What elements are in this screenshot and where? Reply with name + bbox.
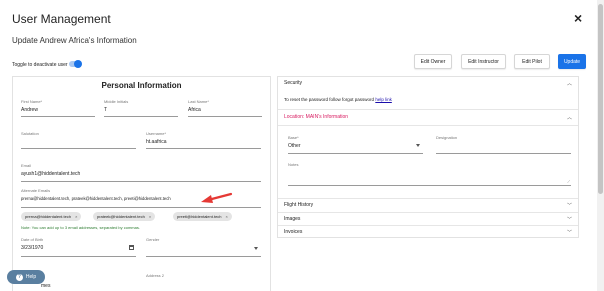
flight-history-section-header[interactable]: Flight History ﹀ <box>278 199 578 212</box>
middle-initials-value: T <box>104 107 108 113</box>
alternate-emails-label: Alternate Emails <box>21 188 51 193</box>
first-name-label: First Name* <box>21 99 43 104</box>
base-value: Other <box>288 143 301 149</box>
chip-label: preeti@hiddentalent.tech <box>177 214 222 219</box>
chevron-down-icon <box>254 247 258 250</box>
email-value: ayush1@hiddentalent.tech <box>21 171 81 177</box>
help-link[interactable]: help link <box>375 97 392 102</box>
chevron-up-icon: ︿ <box>566 115 572 121</box>
alternate-emails-field[interactable]: Alternate Emails prerna@hiddentalent.tec… <box>21 188 261 208</box>
date-of-birth-field[interactable]: Date of Birth 3/23/1970 <box>21 237 136 257</box>
personal-info-title: Personal Information <box>101 81 182 90</box>
email-chip[interactable]: prerna@hiddentalent.tech × <box>21 212 82 221</box>
update-button[interactable]: Update <box>558 54 586 69</box>
username-value: ht.aafrica <box>146 139 167 145</box>
chevron-down-icon: ﹀ <box>566 230 572 236</box>
first-name-value: Andrew <box>21 107 38 113</box>
middle-initials-field[interactable]: Middle Initials T <box>104 99 178 117</box>
deactivate-toggle[interactable] <box>69 60 82 68</box>
right-accordion-panel: Security ︿ To reset the password follow … <box>277 76 579 238</box>
close-icon[interactable]: × <box>574 11 582 25</box>
gender-label: Gender <box>146 237 160 242</box>
scrollbar-thumb[interactable] <box>598 4 603 194</box>
edit-instructor-button[interactable]: Edit Instructor <box>461 54 506 69</box>
first-name-field[interactable]: First Name* Andrew <box>21 99 95 117</box>
page-scrollbar[interactable] <box>597 0 604 291</box>
toggle-knob <box>74 60 82 68</box>
images-title: Images <box>284 216 301 222</box>
dob-label: Date of Birth <box>21 237 44 242</box>
base-label: Base* <box>288 135 299 140</box>
dob-value: 3/23/1970 <box>21 245 44 251</box>
designation-label: Designation <box>436 135 458 140</box>
security-text-row: To reset the password follow forgot pass… <box>284 97 392 102</box>
alternate-emails-note: Note: You can add up to 3 email addresse… <box>21 225 140 230</box>
security-title: Security <box>284 80 303 86</box>
alternate-emails-value: prerna@hiddentalent.tech, prateek@hidden… <box>21 196 171 201</box>
username-field[interactable]: Username* ht.aafrica <box>146 131 261 149</box>
deactivate-toggle-label: Toggle to deactivate user <box>12 62 68 68</box>
dialog-title: User Management <box>12 12 111 26</box>
help-icon: ? <box>15 273 23 281</box>
email-field[interactable]: Email ayush1@hiddentalent.tech <box>21 163 261 182</box>
location-title: Location: MAIN's Information <box>284 114 349 120</box>
notes-textarea[interactable]: Notes ⟋ <box>288 162 571 186</box>
salutation-field[interactable]: Salutation <box>21 131 136 149</box>
username-label: Username* <box>146 131 167 136</box>
invoices-title: Invoices <box>284 229 303 235</box>
address-1-partial-value: mes <box>41 283 51 289</box>
security-text: To reset the password follow forgot pass… <box>284 97 375 102</box>
flight-history-title: Flight History <box>284 202 314 208</box>
last-name-field[interactable]: Last Name* Africa <box>188 99 262 117</box>
chevron-up-icon: ︿ <box>566 81 572 87</box>
designation-field[interactable]: Designation <box>436 135 571 154</box>
chevron-down-icon: ﹀ <box>566 217 572 223</box>
email-label: Email <box>21 163 32 168</box>
email-chip[interactable]: preeti@hiddentalent.tech × <box>173 212 232 221</box>
invoices-section-header[interactable]: Invoices ﹀ <box>278 226 578 239</box>
address-2-label: Address 2 <box>146 273 165 278</box>
personal-information-panel: Personal Information First Name* Andrew … <box>12 76 271 291</box>
edit-pilot-button[interactable]: Edit Pilot <box>514 54 550 69</box>
resize-handle-icon[interactable]: ⟋ <box>567 179 570 184</box>
chevron-down-icon <box>416 144 420 147</box>
email-chip[interactable]: prateek@hiddentalent.tech × <box>93 212 156 221</box>
help-button[interactable]: ? Help <box>7 270 45 284</box>
gender-select[interactable]: Gender <box>146 237 261 257</box>
base-select[interactable]: Base* Other <box>288 135 423 154</box>
security-section-header[interactable]: Security ︿ <box>278 77 578 90</box>
last-name-label: Last Name* <box>188 99 209 104</box>
location-section-header[interactable]: Location: MAIN's Information ︿ <box>278 111 578 124</box>
chip-remove-icon[interactable]: × <box>75 214 77 219</box>
chip-label: prerna@hiddentalent.tech <box>25 214 72 219</box>
middle-initials-label: Middle Initials <box>104 99 129 104</box>
chip-label: prateek@hiddentalent.tech <box>97 214 145 219</box>
chip-remove-icon[interactable]: × <box>226 214 228 219</box>
notes-label: Notes <box>288 162 299 167</box>
calendar-icon[interactable] <box>129 245 134 250</box>
address-2-field[interactable]: Address 2 <box>146 273 261 278</box>
chip-remove-icon[interactable]: × <box>149 214 151 219</box>
help-label: Help <box>25 274 37 280</box>
salutation-label: Salutation <box>21 131 39 136</box>
last-name-value: Africa <box>188 107 201 113</box>
dialog-subtitle: Update Andrew Africa's Information <box>12 36 137 45</box>
chevron-down-icon: ﹀ <box>566 203 572 209</box>
edit-owner-button[interactable]: Edit Owner <box>414 54 452 69</box>
address-1-field[interactable]: mes <box>41 283 50 289</box>
